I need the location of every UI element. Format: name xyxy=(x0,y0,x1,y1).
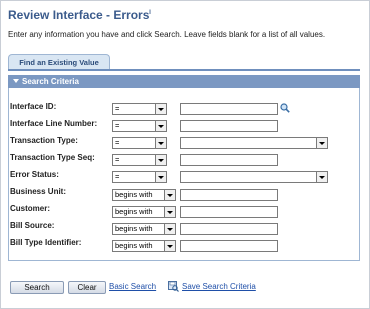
save-search-icon[interactable] xyxy=(168,281,179,292)
dropdown-arrow-icon[interactable] xyxy=(164,190,175,200)
interface-id-label: Interface ID: xyxy=(10,102,57,111)
tab-divider xyxy=(8,69,360,71)
bill-source-label: Bill Source: xyxy=(10,221,55,230)
dropdown-arrow-icon[interactable] xyxy=(155,104,166,114)
basic-search-link[interactable]: Basic Search xyxy=(109,282,156,291)
transaction-type-operator-value: = xyxy=(115,138,120,147)
customer-input[interactable] xyxy=(180,206,278,218)
interface-line-number-input[interactable] xyxy=(180,120,278,132)
customer-label: Customer: xyxy=(10,204,51,213)
dropdown-arrow-icon[interactable] xyxy=(316,172,327,182)
transaction-type-seq-operator[interactable]: = xyxy=(112,154,167,166)
business-unit-input[interactable] xyxy=(180,189,278,201)
bill-type-identifier-input[interactable] xyxy=(180,240,278,252)
transaction-type-label: Transaction Type: xyxy=(10,136,78,145)
transaction-type-select[interactable] xyxy=(180,137,328,149)
bill-source-input[interactable] xyxy=(180,223,278,235)
dropdown-arrow-icon[interactable] xyxy=(164,207,175,217)
dropdown-arrow-icon[interactable] xyxy=(155,155,166,165)
business-unit-label: Business Unit: xyxy=(10,187,67,196)
search-button[interactable]: Search xyxy=(10,281,64,294)
error-status-operator-value: = xyxy=(115,172,120,181)
dropdown-arrow-icon[interactable] xyxy=(316,138,327,148)
search-criteria-header[interactable]: Search Criteria xyxy=(8,75,360,88)
transaction-type-seq-operator-value: = xyxy=(115,155,120,164)
collapse-triangle-icon[interactable] xyxy=(13,79,19,84)
transaction-type-operator[interactable]: = xyxy=(112,137,167,149)
interface-id-input[interactable] xyxy=(180,103,278,115)
interface-id-operator-value: = xyxy=(115,104,120,113)
interface-line-number-operator[interactable]: = xyxy=(112,120,167,132)
title-mark: ˡ xyxy=(149,8,151,18)
bill-source-operator[interactable]: begins with xyxy=(112,223,176,235)
interface-line-number-label: Interface Line Number: xyxy=(10,119,98,128)
tab-find-existing-value[interactable]: Find an Existing Value xyxy=(8,54,110,70)
lookup-magnifier-icon[interactable] xyxy=(280,103,290,113)
dropdown-arrow-icon[interactable] xyxy=(164,241,175,251)
interface-line-number-operator-value: = xyxy=(115,121,120,130)
bill-type-identifier-label: Bill Type Identifier: xyxy=(10,238,82,247)
customer-operator-value: begins with xyxy=(115,207,153,216)
clear-button[interactable]: Clear xyxy=(68,281,106,294)
page-title-text: Review Interface - Errors xyxy=(8,8,150,22)
bill-source-operator-value: begins with xyxy=(115,224,153,233)
dropdown-arrow-icon[interactable] xyxy=(164,224,175,234)
customer-operator[interactable]: begins with xyxy=(112,206,176,218)
dropdown-arrow-icon[interactable] xyxy=(155,121,166,131)
error-status-operator[interactable]: = xyxy=(112,171,167,183)
business-unit-operator[interactable]: begins with xyxy=(112,189,176,201)
search-criteria-header-label: Search Criteria xyxy=(22,77,79,86)
business-unit-operator-value: begins with xyxy=(115,190,153,199)
page-title: Review Interface - Errorsˡ xyxy=(8,8,151,22)
dropdown-arrow-icon[interactable] xyxy=(155,172,166,182)
bill-type-identifier-operator[interactable]: begins with xyxy=(112,240,176,252)
transaction-type-seq-label: Transaction Type Seq: xyxy=(10,153,95,162)
transaction-type-seq-input[interactable] xyxy=(180,154,278,166)
bill-type-identifier-operator-value: begins with xyxy=(115,241,153,250)
interface-id-operator[interactable]: = xyxy=(112,103,167,115)
instructions: Enter any information you have and click… xyxy=(8,30,326,39)
error-status-select[interactable] xyxy=(180,171,328,183)
save-search-criteria-link[interactable]: Save Search Criteria xyxy=(182,282,256,291)
error-status-label: Error Status: xyxy=(10,170,59,179)
dropdown-arrow-icon[interactable] xyxy=(155,138,166,148)
